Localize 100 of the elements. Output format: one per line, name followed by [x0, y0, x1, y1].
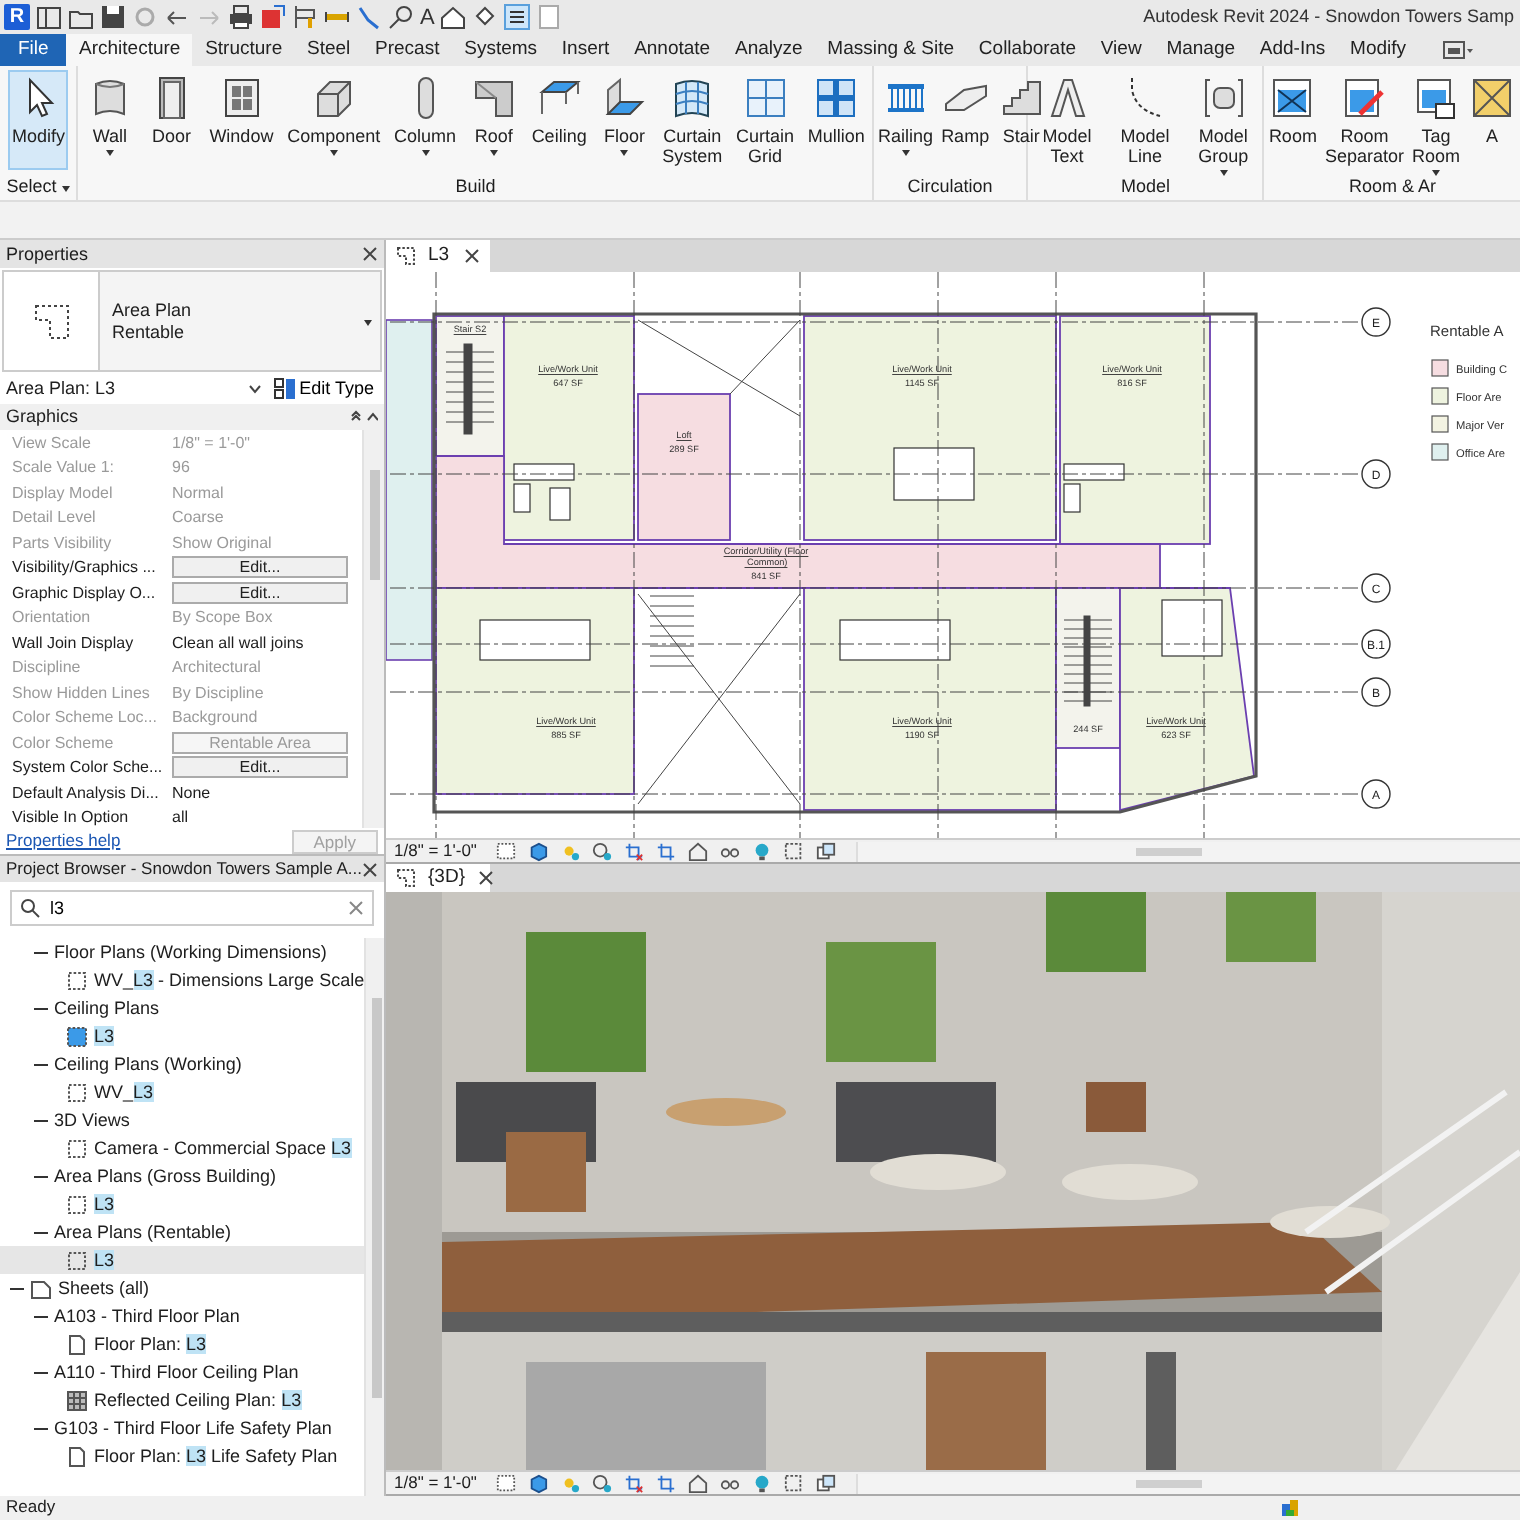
- reveal-icon[interactable]: [784, 1473, 805, 1493]
- tree-item[interactable]: L3: [94, 1249, 115, 1271]
- panel-toggle-icon[interactable]: [1442, 40, 1475, 60]
- view-scale[interactable]: 1/8" = 1'-0": [394, 1473, 477, 1493]
- edit-button[interactable]: Edit...: [172, 581, 348, 604]
- tree-item[interactable]: A103 - Third Floor Plan: [54, 1305, 240, 1327]
- printer-icon[interactable]: [228, 4, 254, 30]
- crop-region-icon[interactable]: [656, 841, 677, 861]
- export-icon[interactable]: [260, 4, 286, 30]
- house-icon[interactable]: [688, 1473, 709, 1493]
- ribbon-tab[interactable]: Add-Ins: [1247, 34, 1338, 66]
- edit-button[interactable]: Edit...: [172, 756, 348, 779]
- layers-icon[interactable]: [816, 841, 837, 861]
- ribbon-button[interactable]: Curtain Grid: [732, 70, 799, 170]
- pattern-icon[interactable]: [496, 1473, 517, 1493]
- pin-icon[interactable]: [472, 4, 499, 30]
- property-value[interactable]: None: [172, 783, 354, 802]
- edit-type-button[interactable]: Edit Type: [269, 378, 378, 400]
- tree-item[interactable]: Area Plans (Rentable): [54, 1221, 232, 1243]
- ribbon-tab[interactable]: Architecture: [66, 34, 193, 66]
- type-selector[interactable]: Area Plan Rentable: [2, 270, 382, 372]
- close-icon[interactable]: [362, 246, 378, 262]
- scrollbar[interactable]: [364, 938, 384, 1496]
- ribbon-button[interactable]: Mullion: [803, 70, 869, 170]
- bulb-icon[interactable]: [752, 841, 773, 861]
- ribbon-tab[interactable]: Annotate: [621, 34, 723, 66]
- pattern-icon[interactable]: [496, 841, 517, 861]
- reveal-icon[interactable]: [784, 841, 805, 861]
- close-icon[interactable]: [362, 861, 378, 877]
- caret-icon[interactable]: [62, 186, 71, 192]
- crop-icon[interactable]: [624, 841, 645, 861]
- help-link[interactable]: Properties help: [6, 831, 121, 851]
- house-icon[interactable]: [688, 841, 709, 861]
- property-value[interactable]: Clean all wall joins: [172, 633, 354, 652]
- ribbon-tab[interactable]: View: [1088, 34, 1154, 66]
- ribbon-button[interactable]: Railing: [874, 70, 938, 170]
- tree-item[interactable]: Ceiling Plans (Working): [54, 1053, 242, 1075]
- ribbon-tab[interactable]: File: [0, 34, 67, 66]
- shadow-icon[interactable]: [592, 1473, 613, 1493]
- tree-item[interactable]: Camera - Commercial Space L3: [94, 1137, 352, 1159]
- tree-item[interactable]: Floor Plan: L3: [94, 1333, 207, 1355]
- ribbon-button[interactable]: Tag Room: [1407, 70, 1464, 170]
- text-tool[interactable]: A: [420, 5, 435, 29]
- tree-item[interactable]: A110 - Third Floor Ceiling Plan: [54, 1361, 299, 1383]
- document-tab[interactable]: L3: [386, 240, 490, 272]
- ribbon-button[interactable]: Window: [205, 70, 278, 170]
- ribbon-button[interactable]: Ramp: [937, 70, 994, 170]
- tree-item[interactable]: WV_L3 - Dimensions Large Scale: [94, 969, 365, 991]
- house-icon[interactable]: [440, 4, 467, 30]
- instance-selector[interactable]: Area Plan: L3: [6, 378, 262, 400]
- ribbon-button[interactable]: Room: [1264, 70, 1321, 170]
- ribbon-tab[interactable]: Analyze: [722, 34, 815, 66]
- ribbon-tab[interactable]: Massing & Site: [814, 34, 967, 66]
- tree-item[interactable]: 3D Views: [54, 1109, 130, 1131]
- clear-icon[interactable]: [348, 900, 364, 916]
- ribbon-button[interactable]: Component: [283, 70, 385, 170]
- ribbon-button[interactable]: Roof: [465, 70, 522, 170]
- ribbon-button[interactable]: Modify: [7, 70, 69, 170]
- crop-icon[interactable]: [624, 1473, 645, 1493]
- property-value[interactable]: all: [172, 808, 354, 827]
- ribbon-tab[interactable]: Steel: [294, 34, 363, 66]
- ribbon-tab[interactable]: Precast: [362, 34, 452, 66]
- ribbon-button[interactable]: Floor: [596, 70, 653, 170]
- ribbon-tab[interactable]: Systems: [451, 34, 550, 66]
- edit-button[interactable]: Edit...: [172, 556, 348, 579]
- ribbon-button[interactable]: Ceiling: [527, 70, 591, 170]
- search-field[interactable]: l3: [10, 890, 374, 926]
- view-scale[interactable]: 1/8" = 1'-0": [394, 841, 477, 861]
- list-icon[interactable]: [504, 4, 531, 30]
- scrollbar[interactable]: [362, 430, 384, 828]
- tree-item[interactable]: Area Plans (Gross Building): [54, 1165, 277, 1187]
- blocks-icon[interactable]: [1279, 1498, 1300, 1518]
- bulb-icon[interactable]: [752, 1473, 773, 1493]
- ribbon-button[interactable]: Room Separator: [1320, 70, 1408, 170]
- ribbon-button[interactable]: Curtain System: [658, 70, 727, 170]
- tree-item[interactable]: Reflected Ceiling Plan: L3: [94, 1389, 302, 1411]
- ribbon-button[interactable]: Column: [390, 70, 461, 170]
- ribbon-button[interactable]: A: [1464, 70, 1520, 170]
- crop-region-icon[interactable]: [656, 1473, 677, 1493]
- measure-icon[interactable]: [292, 4, 318, 30]
- window-icon[interactable]: [36, 4, 62, 30]
- tree-item[interactable]: Floor Plan: L3 Life Safety Plan: [94, 1445, 338, 1467]
- tree-item[interactable]: Floor Plans (Working Dimensions): [54, 941, 327, 963]
- tree-item[interactable]: L3: [94, 1025, 115, 1047]
- ribbon-tab[interactable]: Collaborate: [966, 34, 1089, 66]
- ribbon-button[interactable]: Door: [143, 70, 200, 170]
- layers-icon[interactable]: [816, 1473, 837, 1493]
- tree-item[interactable]: Ceiling Plans: [54, 997, 160, 1019]
- collapse-icon[interactable]: [350, 410, 378, 424]
- tree-item[interactable]: G103 - Third Floor Life Safety Plan: [54, 1417, 332, 1439]
- ribbon-tab[interactable]: Insert: [549, 34, 622, 66]
- save-icon[interactable]: [100, 4, 126, 30]
- close-icon[interactable]: [464, 248, 480, 264]
- ribbon-button[interactable]: Model Group: [1194, 70, 1253, 170]
- close-icon[interactable]: [477, 870, 493, 886]
- ribbon-tab[interactable]: Manage: [1154, 34, 1248, 66]
- tree-item[interactable]: WV_L3: [94, 1081, 154, 1103]
- ribbon-button[interactable]: Model Text: [1038, 70, 1096, 170]
- ribbon-tab[interactable]: Structure: [192, 34, 295, 66]
- app-logo[interactable]: R: [4, 4, 30, 30]
